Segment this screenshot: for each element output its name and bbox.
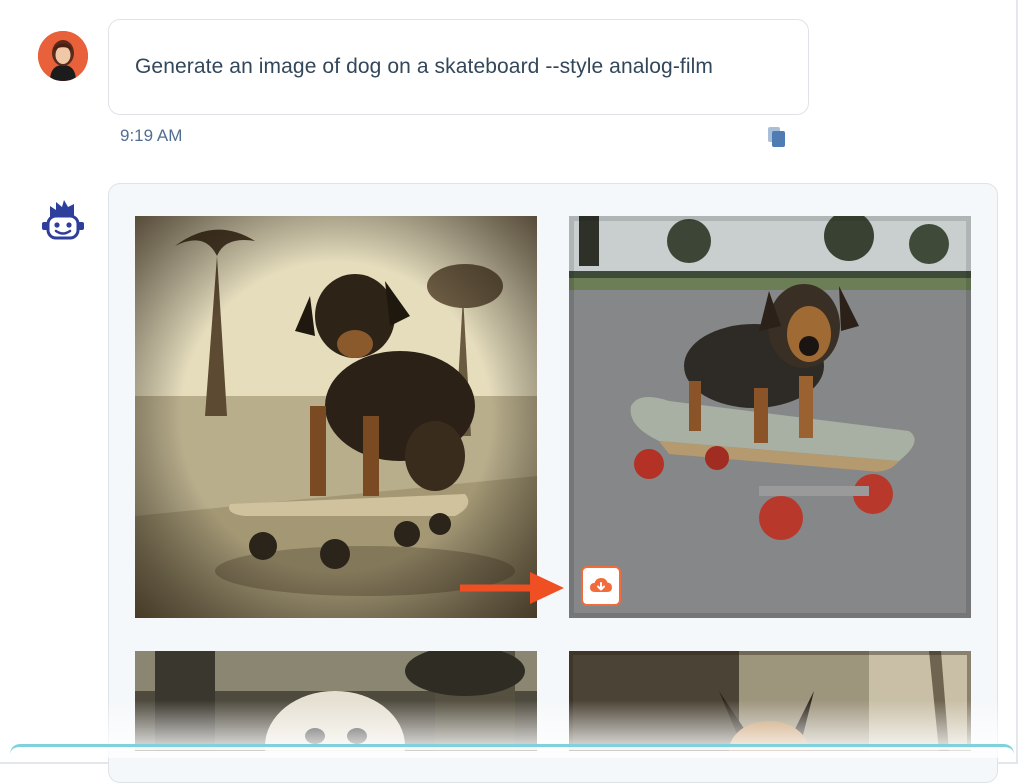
bot-avatar	[40, 198, 86, 244]
user-message-bubble: Generate an image of dog on a skateboard…	[108, 19, 809, 115]
download-button[interactable]	[581, 566, 621, 606]
message-input-bar[interactable]	[10, 744, 1014, 758]
copy-button[interactable]	[766, 125, 788, 149]
message-timestamp: 9:19 AM	[120, 126, 183, 145]
annotation-arrow	[456, 568, 570, 608]
copy-icon	[768, 127, 785, 147]
chat-window: Generate an image of dog on a skateboard…	[0, 0, 1018, 783]
user-avatar	[38, 31, 88, 81]
user-avatar-icon	[38, 31, 88, 81]
generated-image-1[interactable]	[135, 216, 537, 618]
user-message-text: Generate an image of dog on a skateboard…	[135, 55, 713, 78]
generated-image-2[interactable]	[569, 216, 971, 618]
scroll-fade	[108, 700, 998, 750]
cloud-download-icon	[590, 578, 612, 592]
bot-avatar-icon	[42, 200, 84, 240]
